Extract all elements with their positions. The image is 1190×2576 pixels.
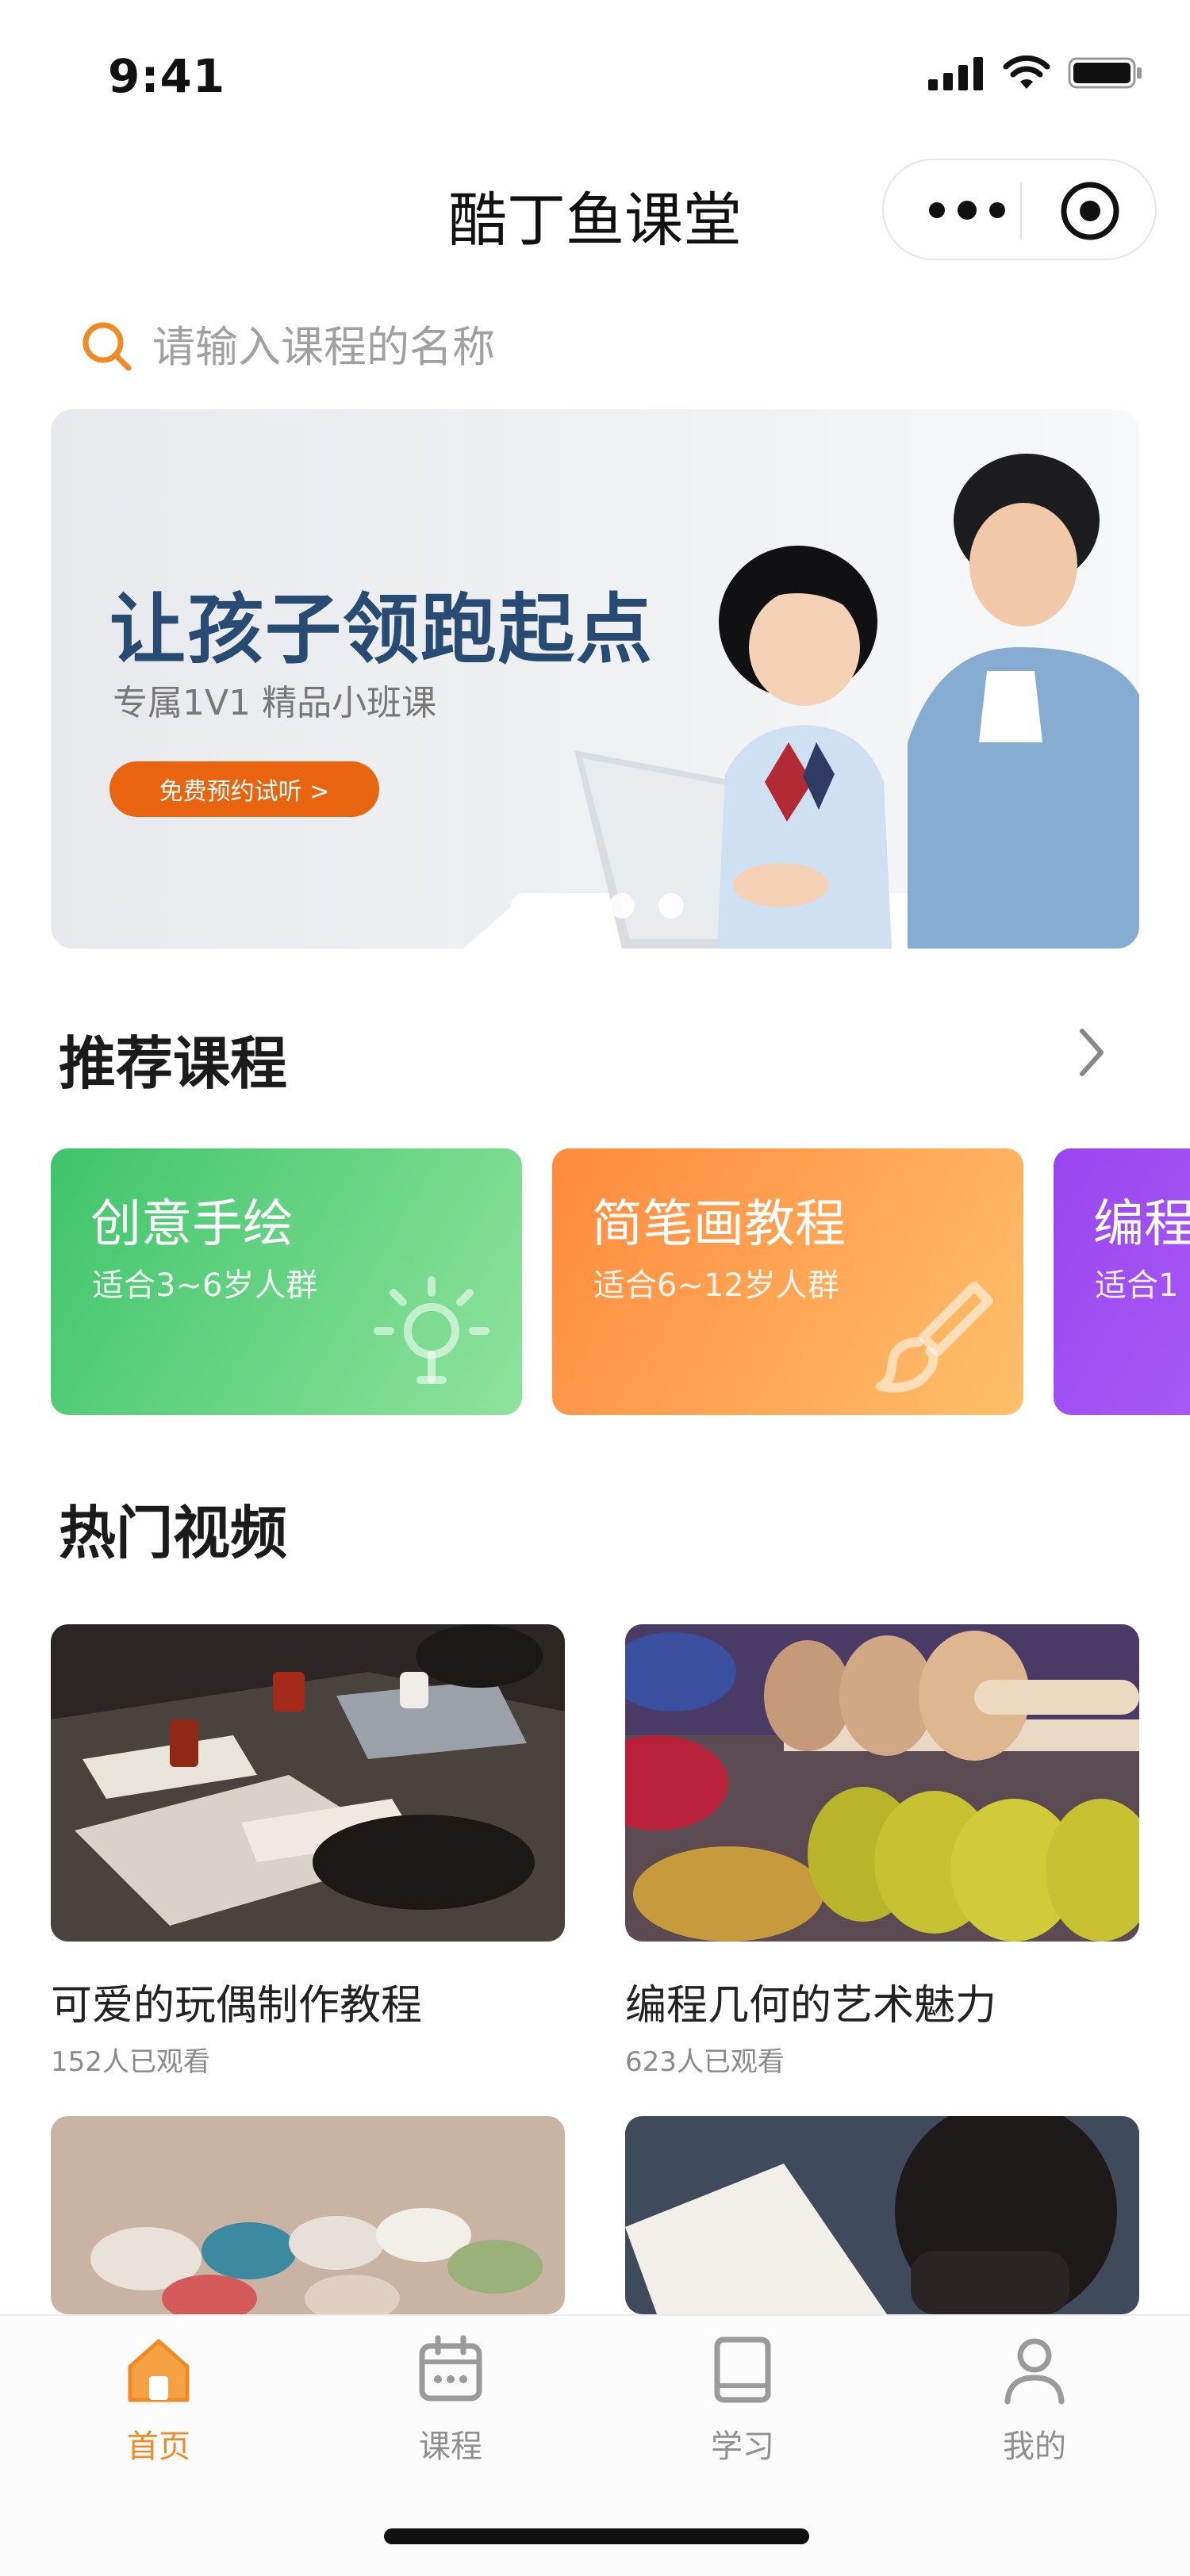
carousel-dot[interactable] [560,893,585,918]
capsule-divider [1020,182,1022,240]
course-card-programming[interactable]: 编程 适合1 [1054,1148,1190,1415]
course-card-subtitle: 适合6~12岁人群 [593,1267,839,1304]
search-input[interactable] [152,321,1104,372]
banner-subtitle: 专属1V1 精品小班课 [113,683,437,723]
carousel-indicator [511,893,684,918]
tab-home[interactable]: 首页 [71,2333,246,2468]
chevron-right-icon[interactable] [1076,1025,1107,1080]
course-card-title: 创意手绘 [90,1195,294,1254]
calendar-icon [419,2335,482,2402]
close-mini-program-icon[interactable] [1058,179,1122,243]
carousel-dot[interactable] [511,893,536,918]
banner-illustration [463,409,1139,949]
promo-banner[interactable]: 让孩子领跑起点 专属1V1 精品小班课 免费预约试听 > [51,409,1139,949]
status-icons [928,56,1144,90]
title-bar: 酷丁鱼课堂 [0,155,1190,266]
tab-label: 课程 [419,2428,482,2465]
status-time: 9:41 [108,49,226,103]
tab-profile[interactable]: 我的 [947,2333,1122,2468]
course-card-sketch-tutorial[interactable]: 简笔画教程 适合6~12岁人群 [552,1148,1023,1415]
video-view-count: 152人已观看 [51,2046,210,2078]
course-card-title: 编程 [1093,1195,1190,1254]
video-thumbnail-workshop [51,1624,565,1942]
search-bar[interactable] [79,316,1104,378]
recommended-section-title: 推荐课程 [59,1030,288,1097]
video-title: 可爱的玩偶制作教程 [51,1982,423,2030]
hot-videos-section-title: 热门视频 [59,1500,288,1566]
battery-icon [1068,57,1142,89]
home-icon [128,2339,190,2402]
course-card-subtitle: 适合3~6岁人群 [92,1267,318,1304]
video-title: 编程几何的艺术魅力 [625,1982,997,2030]
lightbulb-icon [374,1276,489,1384]
tab-label: 我的 [1003,2428,1066,2465]
video-thumbnail-notebook[interactable] [625,2116,1139,2314]
banner-title: 让孩子领跑起点 [109,585,654,674]
more-icon[interactable] [923,197,1011,224]
tab-label: 首页 [127,2428,190,2465]
free-trial-button[interactable]: 免费预约试听 > [109,761,379,817]
tab-courses[interactable]: 课程 [363,2333,538,2468]
course-card-subtitle: 适合1 [1095,1267,1179,1304]
wifi-icon [1003,56,1050,89]
video-thumbnail-markers[interactable] [51,2116,565,2314]
mini-program-capsule [882,159,1157,260]
search-icon [83,322,132,371]
brush-icon [876,1282,993,1393]
cellular-signal-icon [928,57,983,90]
tab-label: 学习 [711,2428,774,2465]
carousel-dot[interactable] [609,893,635,918]
tab-study[interactable]: 学习 [655,2333,830,2468]
user-icon [1004,2338,1065,2405]
video-thumbnail-abacus [625,1624,1139,1942]
book-icon [714,2336,771,2403]
recommended-course-list: 创意手绘 适合3~6岁人群 简笔画教程 适合6~12岁人群 编程 适合1 [51,1148,1190,1415]
home-indicator[interactable] [384,2528,809,2544]
course-card-creative-drawing[interactable]: 创意手绘 适合3~6岁人群 [51,1148,522,1415]
status-bar: 9:41 [0,0,1190,143]
carousel-dot[interactable] [658,893,684,918]
course-card-title: 简笔画教程 [592,1195,846,1254]
video-view-count: 623人已观看 [625,2046,785,2078]
